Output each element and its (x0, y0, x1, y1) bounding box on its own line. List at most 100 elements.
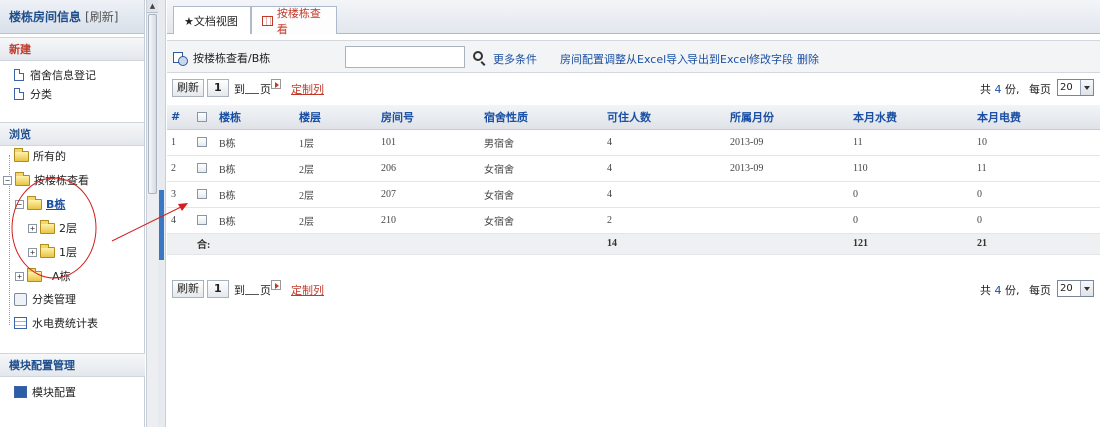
tab-label: 按楼栋查看 (276, 6, 321, 36)
cell-row-index: 1 (167, 129, 193, 156)
per-page-select[interactable]: 20 (1057, 280, 1094, 297)
col-header-building[interactable]: 楼栋 (215, 105, 295, 130)
scroll-thumb[interactable] (148, 14, 157, 194)
sidebar-scrollbar[interactable]: ▲ (146, 0, 158, 427)
col-header-floor[interactable]: 楼层 (295, 105, 377, 130)
chevron-down-icon[interactable] (1080, 80, 1093, 95)
per-page-select[interactable]: 20 (1057, 79, 1094, 96)
cell-row-select[interactable] (193, 129, 215, 156)
row-checkbox[interactable] (197, 163, 207, 174)
sidebar-item-label: 宿舍信息登记 (30, 68, 96, 82)
sidebar-item-module-config[interactable]: 模块配置 (14, 383, 76, 401)
total-prefix: 共 (980, 83, 991, 96)
col-header-room[interactable]: 房间号 (377, 105, 480, 130)
table-row[interactable]: 3 B栋 2层 207 女宿舍 4 0 0 (167, 181, 1100, 208)
rooms-table: # 楼栋 楼层 房间号 宿舍性质 可住人数 所属月份 本月水费 本月电费 1 B栋… (167, 105, 1100, 255)
cell-water-fee: 11 (849, 129, 973, 156)
cell-row-select[interactable] (193, 207, 215, 234)
col-header-select-all[interactable] (193, 105, 215, 130)
folder-icon (27, 267, 42, 282)
tree-item-category-mgmt[interactable]: 分类管理 (14, 290, 76, 308)
search-input[interactable] (345, 46, 465, 68)
cell-sum-label: 合: (193, 233, 215, 255)
tree-item-floor2[interactable]: + 2层 (28, 219, 77, 237)
go-arrow-icon[interactable] (271, 79, 281, 89)
splitter-grip[interactable] (159, 190, 164, 260)
sidebar-refresh-link[interactable]: [刷新] (85, 8, 118, 25)
breadcrumb: 按楼栋查看/B栋 (173, 50, 270, 66)
custom-columns-link[interactable]: 定制列 (291, 81, 324, 97)
current-page[interactable]: 1 (207, 79, 229, 97)
panel-splitter[interactable] (158, 0, 166, 427)
current-page[interactable]: 1 (207, 280, 229, 298)
cell-empty (480, 233, 603, 255)
cell-electric-fee: 0 (973, 207, 1100, 234)
collapse-icon[interactable]: − (15, 199, 24, 209)
row-checkbox[interactable] (197, 215, 207, 226)
cell-sum-electric: 21 (973, 233, 1100, 255)
expand-icon[interactable]: + (28, 223, 37, 233)
view-icon (173, 52, 188, 66)
tree-item-label: 1层 (59, 246, 77, 259)
refresh-button[interactable]: 刷新 (172, 280, 204, 298)
tree-item-label: 2层 (59, 222, 77, 235)
row-checkbox[interactable] (197, 137, 207, 148)
tree-item-floor1[interactable]: + 1层 (28, 243, 77, 261)
scroll-up-arrow-icon[interactable]: ▲ (147, 0, 158, 13)
expand-icon[interactable]: + (15, 271, 24, 281)
col-header-electric[interactable]: 本月电费 (973, 105, 1100, 130)
goto-page-input[interactable] (245, 282, 259, 295)
breadcrumb-text: 按楼栋查看/B栋 (193, 52, 271, 65)
search-icon[interactable] (473, 51, 483, 61)
grid-icon (262, 15, 273, 26)
cell-building: B栋 (215, 155, 295, 182)
tree-item-building-a[interactable]: + A栋 (15, 267, 71, 285)
cell-dorm-type: 女宿舍 (480, 207, 603, 234)
table-header-row: # 楼栋 楼层 房间号 宿舍性质 可住人数 所属月份 本月水费 本月电费 (167, 105, 1100, 130)
chevron-down-icon[interactable] (1080, 281, 1093, 296)
custom-columns-link[interactable]: 定制列 (291, 282, 324, 298)
cell-month: 2013-09 (726, 155, 849, 182)
sidebar-header: 楼栋房间信息 [刷新] (0, 0, 144, 34)
tree-item-by-building[interactable]: − 按楼栋查看 (3, 171, 89, 189)
cell-row-select[interactable] (193, 181, 215, 208)
per-page-label: 每页 (1029, 83, 1051, 96)
export-excel-link[interactable]: 导出到Excel (687, 51, 749, 67)
select-all-checkbox[interactable] (197, 112, 207, 123)
tree-item-stats[interactable]: 水电费统计表 (14, 314, 98, 332)
cell-room-number: 207 (377, 181, 480, 208)
cell-capacity: 4 (603, 155, 726, 182)
go-arrow-icon[interactable] (271, 280, 281, 290)
col-header-month[interactable]: 所属月份 (726, 105, 849, 130)
folder-icon (14, 147, 29, 162)
cell-electric-fee: 10 (973, 129, 1100, 156)
sidebar-item-dorm-register[interactable]: 宿舍信息登记 (0, 65, 144, 84)
col-header-water[interactable]: 本月水费 (849, 105, 973, 130)
per-page-label: 每页 (1029, 284, 1051, 297)
table-row[interactable]: 4 B栋 2层 210 女宿舍 2 0 0 (167, 207, 1100, 234)
expand-icon[interactable]: + (28, 247, 37, 257)
tree-item-building-b[interactable]: − B栋 (15, 195, 65, 213)
col-header-dorm-type[interactable]: 宿舍性质 (480, 105, 603, 130)
per-page-value: 20 (1060, 82, 1073, 93)
document-icon (14, 68, 24, 81)
room-config-adjust-link[interactable]: 房间配置调整 (560, 51, 626, 67)
import-excel-link[interactable]: 从Excel导入 (626, 51, 688, 67)
goto-page-input[interactable] (245, 81, 259, 94)
cell-row-select[interactable] (193, 155, 215, 182)
delete-link[interactable]: 删除 (797, 51, 819, 67)
refresh-button[interactable]: 刷新 (172, 79, 204, 97)
module-section-title: 模块配置管理 (0, 353, 145, 377)
sidebar-item-category[interactable]: 分类 (0, 84, 144, 103)
more-conditions-link[interactable]: 更多条件 (493, 51, 537, 67)
tree-item-all[interactable]: 所有的 (14, 147, 66, 165)
modify-fields-link[interactable]: 修改字段 (749, 51, 793, 67)
total-number: 4 (994, 83, 1002, 96)
col-header-capacity[interactable]: 可住人数 (603, 105, 726, 130)
row-checkbox[interactable] (197, 189, 207, 200)
tab-by-building[interactable]: 按楼栋查看 (251, 6, 337, 36)
table-row[interactable]: 1 B栋 1层 101 男宿舍 4 2013-09 11 10 (167, 129, 1100, 156)
table-row[interactable]: 2 B栋 2层 206 女宿舍 4 2013-09 110 11 (167, 155, 1100, 182)
collapse-icon[interactable]: − (3, 175, 12, 185)
tab-document-view[interactable]: ★文档视图 (173, 6, 251, 34)
